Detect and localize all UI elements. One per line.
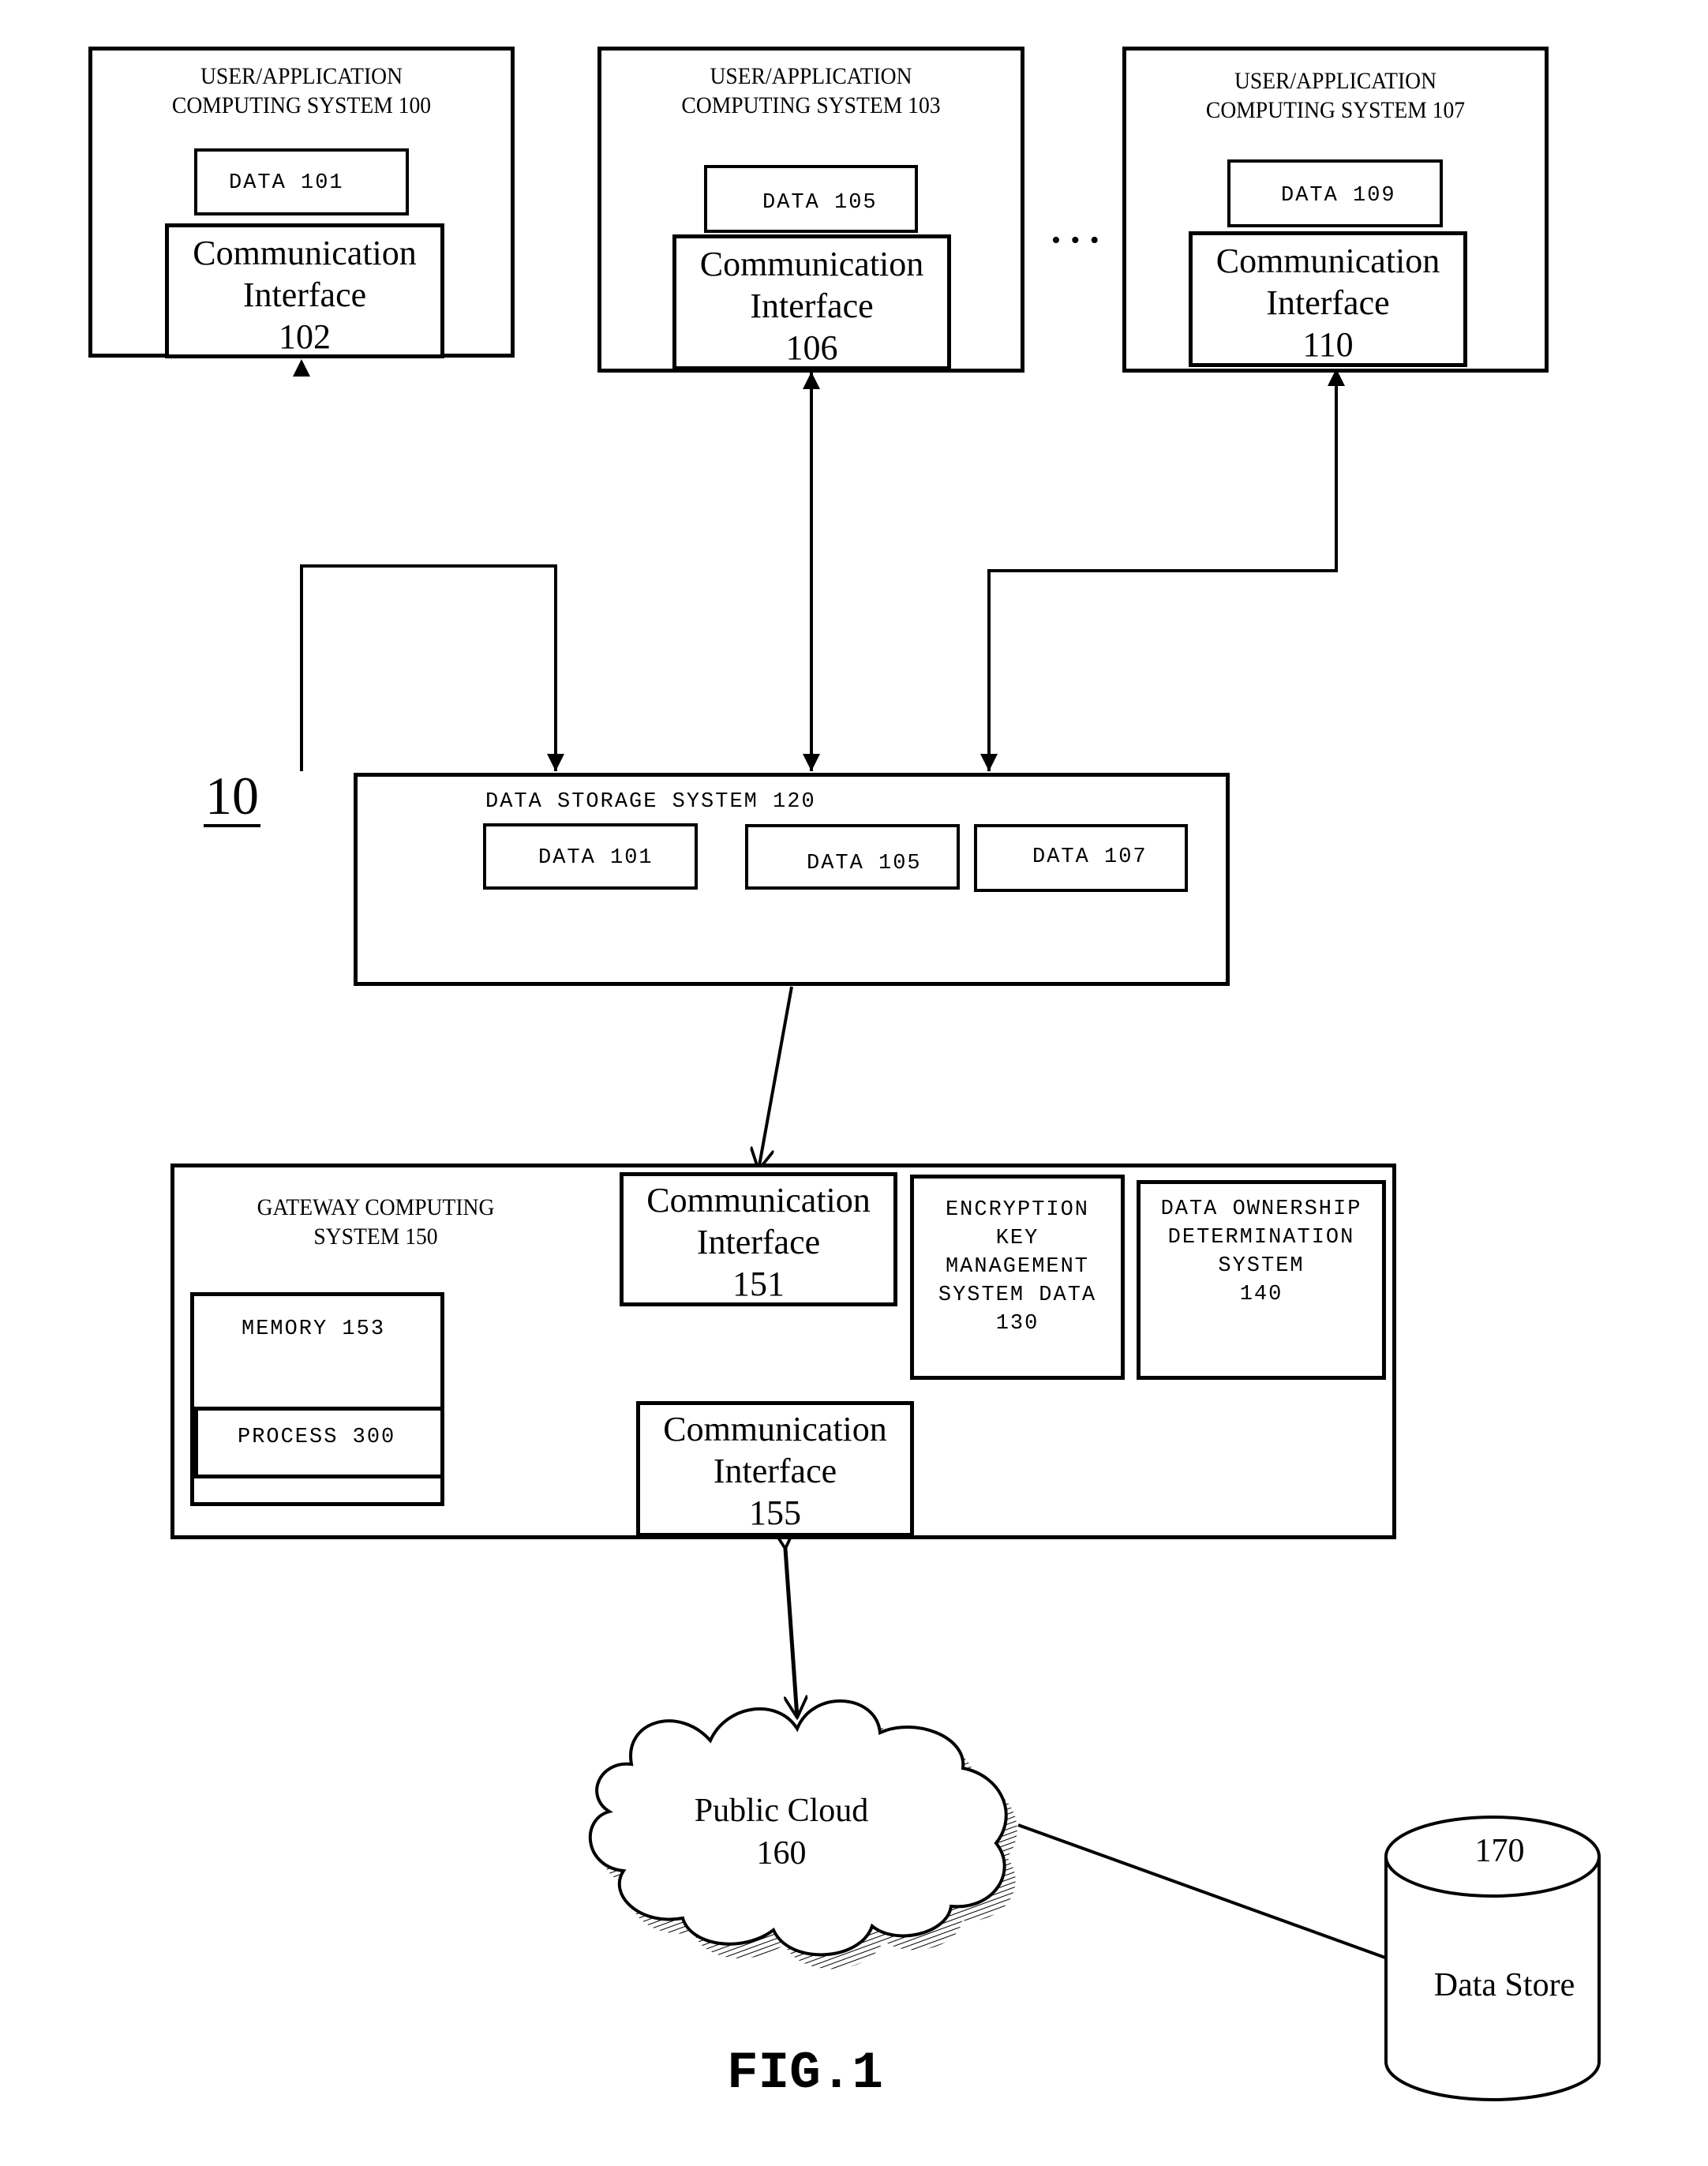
comm-interface-line1: Communication (663, 1410, 887, 1448)
data-label: DATA 109 (1281, 184, 1396, 208)
arrowhead-down-storage-left (547, 754, 564, 771)
storage-data-107: DATA 107 (974, 824, 1188, 892)
comm-interface-number: 102 (279, 317, 331, 356)
data-label: DATA 101 (538, 846, 654, 870)
comm-interface-line2: Interface (750, 287, 874, 325)
storage-data-105: DATA 105 (745, 824, 960, 890)
encryption-key-management-130: ENCRYPTION KEY MANAGEMENT SYSTEM DATA 13… (910, 1175, 1125, 1380)
connector-102-storage (300, 564, 557, 771)
connector-storage-gateway (758, 986, 793, 1170)
user-system-title-line2: COMPUTING SYSTEM 100 (171, 92, 432, 118)
ownership-line: DATA OWNERSHIP (1160, 1197, 1362, 1221)
connector-110-storage (987, 369, 1338, 771)
comm-interface-110: Communication Interface 110 (1189, 231, 1467, 367)
comm-interface-106: Communication Interface 106 (672, 234, 951, 370)
arrowhead-up-106 (803, 372, 820, 389)
user-system-title-line1: USER/APPLICATION (200, 63, 403, 89)
data-store-label: Data Store (1433, 1967, 1575, 2003)
public-cloud-label: Public Cloud (694, 1793, 869, 1829)
comm-interface-line2: Interface (1266, 283, 1390, 322)
ownership-number: 140 (1239, 1283, 1283, 1306)
gateway-title-line1: GATEWAY COMPUTING (257, 1194, 495, 1220)
data-box-105: DATA 105 (704, 165, 918, 233)
comm-interface-line2: Interface (696, 1223, 821, 1261)
comm-interface-number: 151 (732, 1265, 785, 1303)
more-systems-ellipsis: • • • (1051, 226, 1101, 255)
arrowhead-up-102 (293, 359, 310, 377)
comm-interface-151: Communication Interface 151 (620, 1172, 897, 1306)
gateway-title-line2: SYSTEM 150 (313, 1224, 438, 1250)
data-label: DATA 105 (807, 852, 922, 875)
comm-interface-102: Communication Interface 102 (165, 223, 444, 358)
arrowhead-down-storage-middle (803, 754, 820, 771)
data-box-101: DATA 101 (194, 148, 409, 215)
data-storage-title: DATA STORAGE SYSTEM 120 (485, 790, 816, 814)
figure-caption: FIG.1 (726, 2044, 884, 2103)
public-cloud-number: 160 (756, 1835, 807, 1872)
encryption-line: KEY (995, 1227, 1039, 1250)
connector-cloud-datastore (1017, 1823, 1386, 1959)
ownership-line: DETERMINATION (1167, 1226, 1355, 1250)
data-box-109: DATA 109 (1227, 159, 1443, 227)
encryption-line: ENCRYPTION (945, 1198, 1090, 1222)
figure-reference-label: 10 (204, 766, 260, 827)
user-system-title-line1: USER/APPLICATION (1234, 68, 1437, 94)
data-store-number: 170 (1474, 1833, 1525, 1869)
user-system-title-line1: USER/APPLICATION (710, 63, 912, 89)
comm-interface-155: Communication Interface 155 (636, 1401, 914, 1537)
comm-interface-number: 155 (749, 1493, 801, 1532)
comm-interface-line2: Interface (242, 275, 367, 314)
comm-interface-line1: Communication (1215, 242, 1440, 280)
process-300: PROCESS 300 (194, 1407, 444, 1478)
comm-interface-number: 106 (785, 328, 838, 367)
comm-interface-line2: Interface (713, 1452, 837, 1490)
encryption-number: 130 (995, 1312, 1039, 1336)
user-system-title-line2: COMPUTING SYSTEM 107 (1205, 97, 1466, 123)
data-label: DATA 101 (229, 171, 344, 195)
arrowhead-down-storage-right (980, 754, 998, 771)
comm-interface-line1: Communication (699, 245, 924, 283)
data-label: DATA 105 (762, 191, 878, 215)
memory-label: MEMORY 153 (242, 1317, 386, 1341)
ownership-line: SYSTEM (1218, 1254, 1305, 1278)
comm-interface-number: 110 (1302, 325, 1354, 364)
data-ownership-determination-140: DATA OWNERSHIP DETERMINATION SYSTEM 140 (1137, 1180, 1386, 1380)
storage-data-101: DATA 101 (483, 823, 698, 890)
connector-gateway-cloud (785, 1549, 797, 1718)
comm-interface-line1: Communication (646, 1181, 871, 1220)
user-system-title-line2: COMPUTING SYSTEM 103 (681, 92, 941, 118)
encryption-line: SYSTEM DATA (938, 1283, 1097, 1307)
encryption-line: MANAGEMENT (945, 1255, 1090, 1279)
figure-canvas: 10 USER/APPLICATION COMPUTING SYSTEM 100… (0, 0, 1708, 2166)
process-label: PROCESS 300 (238, 1426, 396, 1449)
data-label: DATA 107 (1032, 845, 1148, 869)
comm-interface-line1: Communication (193, 234, 417, 272)
